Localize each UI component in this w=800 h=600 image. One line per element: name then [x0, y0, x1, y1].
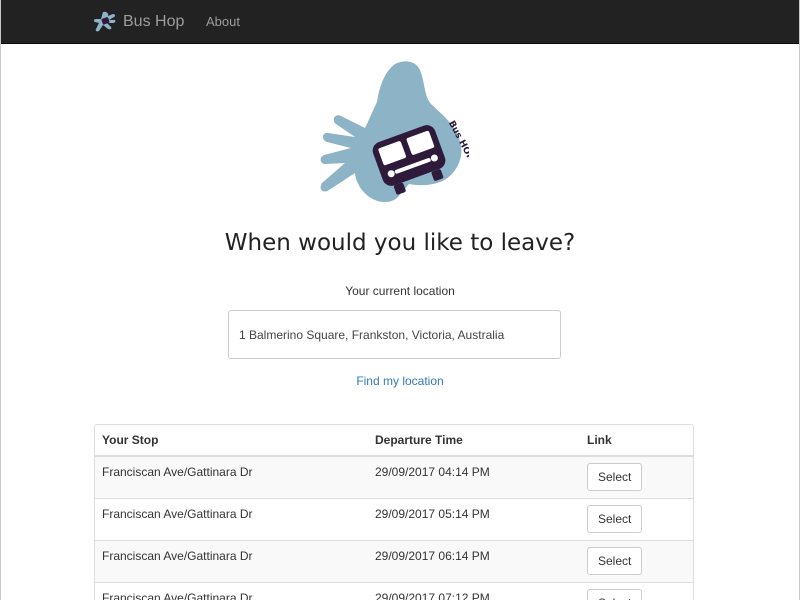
- hand-bus-icon: [93, 11, 116, 32]
- stop-name: Franciscan Ave/Gattinara Dr: [102, 465, 253, 479]
- stop-cell: Franciscan Ave/Gattinara Dr: [95, 455, 368, 498]
- departure-cell: 29/09/2017 06:14 PM: [368, 539, 580, 582]
- table-header-row: Your Stop Departure Time Link: [95, 425, 693, 457]
- departure-time: 29/09/2017 06:14 PM: [375, 548, 490, 563]
- table-row: Franciscan Ave/Gattinara Dr 29/09/2017 0…: [95, 581, 693, 600]
- departure-cell: 29/09/2017 04:14 PM: [368, 455, 580, 498]
- departure-cell: 29/09/2017 05:14 PM: [368, 497, 580, 540]
- nav-about-link[interactable]: About: [206, 0, 240, 44]
- link-cell: Select: [580, 539, 693, 582]
- stop-cell: Franciscan Ave/Gattinara Dr: [95, 539, 368, 582]
- link-cell: Select: [580, 581, 693, 600]
- page-title: When would you like to leave?: [224, 230, 576, 256]
- departures-table: Your Stop Departure Time Link Franciscan…: [94, 424, 694, 600]
- select-button[interactable]: Select: [587, 546, 643, 575]
- select-button[interactable]: Select: [587, 504, 643, 533]
- table-row: Franciscan Ave/Gattinara Dr 29/09/2017 0…: [95, 497, 693, 540]
- stop-cell: Franciscan Ave/Gattinara Dr: [95, 581, 368, 600]
- link-cell: Select: [580, 497, 693, 540]
- stop-name: Franciscan Ave/Gattinara Dr: [102, 548, 253, 563]
- brand-link[interactable]: Bus Hop: [93, 0, 184, 44]
- select-button[interactable]: Select: [587, 463, 643, 491]
- departure-cell: 29/09/2017 07:12 PM: [368, 581, 580, 600]
- stop-name: Franciscan Ave/Gattinara Dr: [102, 590, 253, 600]
- table-row: Franciscan Ave/Gattinara Dr 29/09/2017 0…: [95, 455, 693, 498]
- column-header-stop: Your Stop: [95, 425, 368, 457]
- navbar: Bus Hop About: [1, 0, 799, 44]
- hand-holding-bus-logo: Bus HOP: [320, 61, 469, 203]
- brand-label: Bus Hop: [123, 13, 185, 30]
- link-cell: Select: [580, 455, 693, 498]
- page: Bus Hop About Bus HOP When would you lik…: [0, 0, 800, 600]
- stop-name: Franciscan Ave/Gattinara Dr: [102, 506, 253, 521]
- location-input[interactable]: [228, 310, 561, 359]
- departure-time: 29/09/2017 05:14 PM: [375, 506, 490, 521]
- stop-cell: Franciscan Ave/Gattinara Dr: [95, 497, 368, 540]
- column-header-link: Link: [580, 425, 693, 457]
- departure-time: 29/09/2017 07:12 PM: [375, 590, 490, 600]
- select-button[interactable]: Select: [587, 588, 643, 600]
- find-my-location-link[interactable]: Find my location: [1, 374, 799, 388]
- location-label: Your current location: [345, 284, 455, 298]
- column-header-departure: Departure Time: [368, 425, 580, 457]
- table-row: Franciscan Ave/Gattinara Dr 29/09/2017 0…: [95, 539, 693, 582]
- departure-time: 29/09/2017 04:14 PM: [375, 465, 490, 479]
